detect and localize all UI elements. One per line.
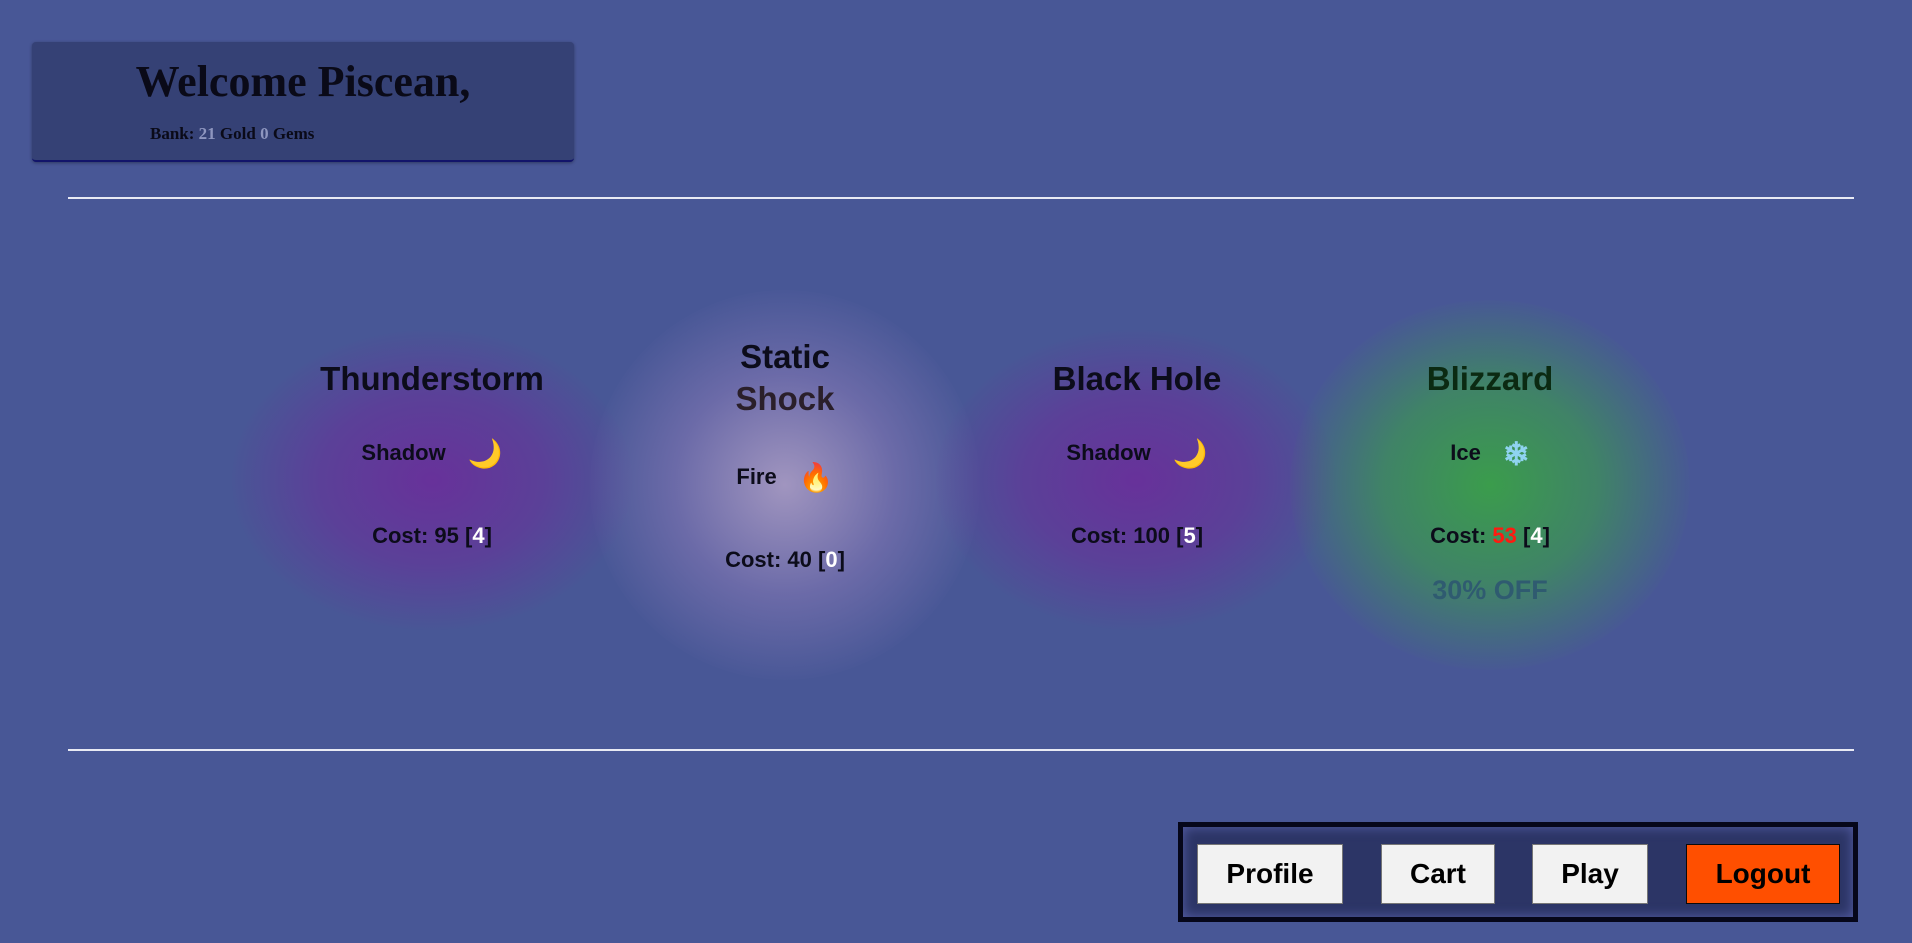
cost-level: 0 <box>825 547 838 573</box>
cost-value: 53 <box>1492 523 1517 549</box>
spell-card-thunderstorm[interactable]: Thunderstorm Shadow 🌙 Cost: 95 [4] <box>282 358 582 551</box>
discount-badge: 30% OFF <box>1432 575 1548 606</box>
spell-element: Shadow 🌙 <box>987 438 1287 469</box>
nav-bar: Profile Cart Play Logout <box>1178 822 1858 922</box>
cart-button[interactable]: Cart <box>1381 844 1495 904</box>
spell-element: Shadow 🌙 <box>282 438 582 469</box>
cost-label: Cost: <box>372 523 429 549</box>
gold-label: Gold <box>219 124 256 143</box>
element-label: Ice <box>1450 440 1481 465</box>
spell-cost: Cost: 100 [5] <box>1070 523 1204 549</box>
gold-amount: 21 <box>198 124 216 143</box>
spell-title: Blizzard <box>1426 360 1554 397</box>
cost-value: 40 <box>787 547 812 573</box>
cost-level: 4 <box>1530 523 1543 549</box>
cost-level: 5 <box>1183 523 1196 549</box>
gems-label: Gems <box>272 124 315 143</box>
fire-icon: 🔥 <box>798 462 834 494</box>
element-label: Shadow <box>1066 440 1151 465</box>
spell-element: Ice ❄ <box>1340 436 1640 473</box>
welcome-title: Welcome Piscean, <box>135 57 471 106</box>
snowflake-icon: ❄ <box>1502 436 1530 473</box>
spell-title: Static <box>740 338 830 375</box>
spell-cost: Cost: 53 [4] <box>1430 523 1550 549</box>
element-label: Shadow <box>361 440 446 465</box>
bank-balance: Bank: 21 Gold 0 Gems <box>150 124 314 144</box>
spell-card-static-shock[interactable]: Static Shock Fire 🔥 Cost: 40 [0] <box>635 336 935 575</box>
top-divider <box>68 197 1854 199</box>
element-label: Fire <box>736 464 777 489</box>
spell-card-blizzard[interactable]: Blizzard Ice ❄ Cost: 53 [4] 30% OFF <box>1340 358 1640 607</box>
play-button[interactable]: Play <box>1532 844 1648 904</box>
cost-label: Cost: <box>1430 523 1487 549</box>
spell-cost: Cost: 95 [4] <box>372 523 492 549</box>
crescent-moon-icon: 🌙 <box>467 438 503 470</box>
cost-label: Cost: <box>1070 523 1128 549</box>
spell-card-black-hole[interactable]: Black Hole Shadow 🌙 Cost: 100 [5] <box>987 358 1287 551</box>
cost-value: 100 <box>1133 523 1171 549</box>
cost-value: 95 <box>434 523 459 549</box>
bottom-divider <box>68 749 1854 751</box>
cost-level: 4 <box>472 523 485 549</box>
bank-label: Bank: <box>150 124 195 143</box>
crescent-moon-icon: 🌙 <box>1172 438 1208 470</box>
cost-label: Cost: <box>725 547 782 573</box>
logout-button[interactable]: Logout <box>1686 844 1840 904</box>
spell-element: Fire 🔥 <box>635 462 935 493</box>
welcome-panel: Welcome Piscean, Bank: 21 Gold 0 Gems <box>32 42 574 162</box>
spell-cost: Cost: 40 [0] <box>725 547 845 573</box>
profile-button[interactable]: Profile <box>1197 844 1343 904</box>
spell-title-line2: Shock <box>735 380 835 417</box>
spell-title: Thunderstorm <box>320 360 544 397</box>
gems-amount: 0 <box>260 124 269 143</box>
spell-title: Black Hole <box>1052 360 1222 397</box>
